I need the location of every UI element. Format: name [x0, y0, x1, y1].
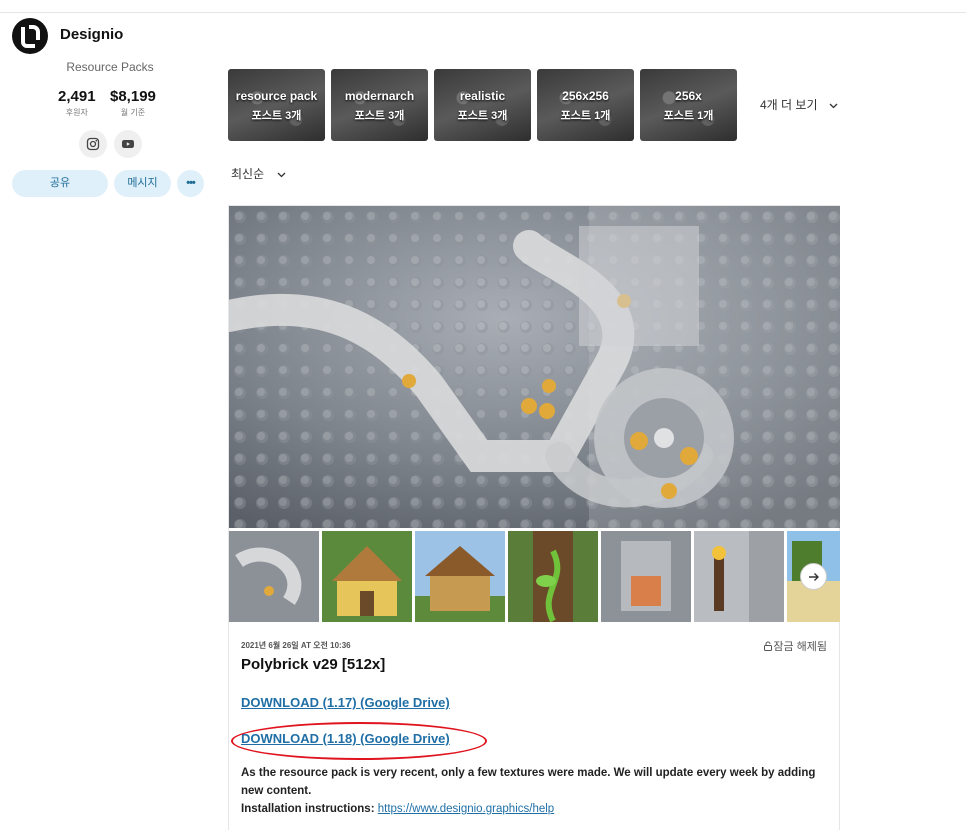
- highlight-annotation-circle: [231, 722, 487, 760]
- creator-subtitle: Resource Packs: [66, 60, 154, 74]
- post-description: As the resource pack is very recent, onl…: [241, 764, 826, 818]
- message-button[interactable]: 메시지: [114, 170, 171, 197]
- patrons-count: 2,491: [58, 88, 96, 105]
- youtube-button[interactable]: [114, 130, 142, 158]
- post-date: 2021년 6월 26일 AT 오전 10:36: [241, 641, 351, 650]
- youtube-icon: [122, 140, 134, 148]
- gallery-thumbnail[interactable]: [322, 531, 412, 622]
- patrons-stat: 2,491 후원자: [58, 88, 96, 118]
- tag-count: 포스트 3개: [457, 110, 508, 122]
- creator-logo[interactable]: [12, 18, 48, 54]
- gallery-thumbnail[interactable]: [229, 531, 319, 622]
- tag-name: 256x256: [562, 89, 609, 103]
- tag-realistic[interactable]: realistic 포스트 3개: [434, 69, 531, 141]
- header: Designio: [0, 13, 966, 57]
- post-title[interactable]: Polybrick v29 [512x]: [241, 656, 385, 673]
- gallery-thumbnail[interactable]: [415, 531, 505, 622]
- tag-name: 256x: [675, 89, 702, 103]
- unlocked-label: 잠금 해제됨: [773, 641, 827, 653]
- tag-name: realistic: [459, 89, 506, 103]
- gallery-thumbnail[interactable]: [601, 531, 691, 622]
- tag-count: 포스트 1개: [663, 110, 714, 122]
- earnings-label: 월 기준: [120, 108, 146, 117]
- gallery-thumbnails: [229, 531, 840, 622]
- install-help-link[interactable]: https://www.designio.graphics/help: [378, 803, 554, 815]
- earnings-amount: $8,199: [110, 88, 156, 105]
- install-instructions: Installation instructions: https://www.d…: [241, 800, 826, 818]
- tag-resource-pack[interactable]: resource pack 포스트 3개: [228, 69, 325, 141]
- patrons-label: 후원자: [65, 108, 88, 117]
- tag-count: 포스트 3개: [354, 110, 405, 122]
- share-button[interactable]: 공유: [12, 170, 108, 197]
- sort-dropdown[interactable]: 최신순: [231, 165, 286, 182]
- gallery-next-button[interactable]: [800, 563, 827, 590]
- tag-256x256[interactable]: 256x256 포스트 1개: [537, 69, 634, 141]
- download-117-link[interactable]: DOWNLOAD (1.17) (Google Drive): [241, 695, 450, 710]
- show-more-tags-button[interactable]: 4개 더 보기: [760, 96, 838, 113]
- unlocked-status: 잠금 해제됨: [763, 638, 827, 654]
- more-options-button[interactable]: •••: [177, 170, 204, 197]
- sort-label: 최신순: [231, 167, 265, 181]
- post-card: 2021년 6월 26일 AT 오전 10:36 잠금 해제됨 Polybric…: [228, 205, 840, 830]
- tag-name: resource pack: [235, 89, 318, 103]
- gallery-thumbnail[interactable]: [694, 531, 784, 622]
- tag-count: 포스트 1개: [560, 110, 611, 122]
- instagram-button[interactable]: [79, 130, 107, 158]
- arrow-right-icon: [808, 573, 819, 581]
- tag-count: 포스트 3개: [251, 110, 302, 122]
- tag-name: modernarch: [344, 89, 415, 103]
- gallery-thumbnail[interactable]: [508, 531, 598, 622]
- chevron-down-icon: [277, 167, 286, 181]
- tag-256x[interactable]: 256x 포스트 1개: [640, 69, 737, 141]
- unlock-icon: [764, 641, 773, 651]
- show-more-tags-label: 4개 더 보기: [760, 98, 818, 112]
- install-label: Installation instructions:: [241, 803, 375, 815]
- post-hero-image[interactable]: [229, 206, 840, 528]
- chevron-down-icon: [829, 98, 838, 112]
- brand-name[interactable]: Designio: [60, 26, 123, 43]
- description-text: As the resource pack is very recent, onl…: [241, 767, 816, 797]
- earnings-stat: $8,199 월 기준: [110, 88, 156, 118]
- tag-modernarch[interactable]: modernarch 포스트 3개: [331, 69, 428, 141]
- instagram-icon: [86, 137, 100, 151]
